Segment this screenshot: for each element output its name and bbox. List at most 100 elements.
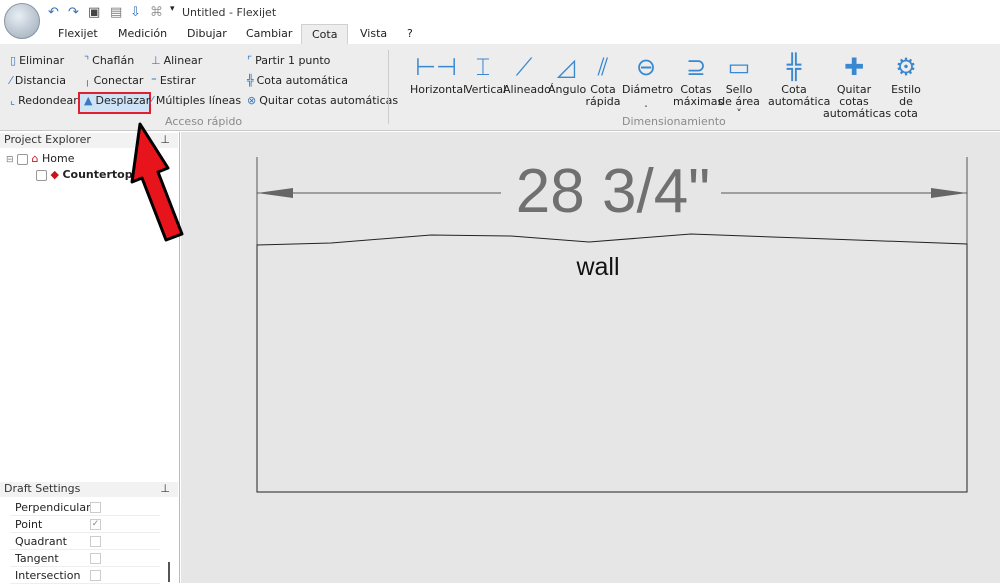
round-icon: ⌞ (10, 94, 16, 107)
tab-vista[interactable]: Vista (360, 27, 387, 40)
tab-flexijet[interactable]: Flexijet (58, 27, 98, 40)
vertical-icon: ⌶ (475, 53, 491, 81)
button-label-2: ˯ (644, 95, 648, 108)
alineado-button[interactable]: ⟋ Alineado (503, 50, 551, 96)
wall-label: wall (575, 253, 619, 281)
estirar-button[interactable]: ⁼ Estirar (151, 74, 196, 87)
cota-automatica-button[interactable]: ╬ Cota automática (768, 50, 830, 108)
red-arrow-annotation (130, 122, 184, 242)
multiline-icon: ⁄ (151, 94, 153, 107)
cotas-maximas-button[interactable]: ⊇ Cotas máximas (673, 50, 724, 108)
app-menu-button[interactable] (4, 3, 40, 39)
tab-help[interactable]: ? (407, 27, 413, 40)
dimension-text: 28 3/4" (516, 157, 710, 226)
draft-setting-row: Quadrant (10, 533, 160, 550)
tab-medicion[interactable]: Medición (118, 27, 167, 40)
tree-label: Home (42, 152, 75, 165)
button-label-2: rápida (585, 95, 621, 108)
sello-area-icon: ▭ (727, 53, 751, 81)
cota-rapida-button[interactable]: ⫽ Cota rápida (585, 50, 621, 108)
dimension-arrow-left (257, 188, 293, 198)
move-icon: ▲ (84, 94, 93, 107)
draft-settings-header: Draft Settings ⊥ (0, 482, 178, 497)
setting-checkbox[interactable] (90, 570, 101, 581)
eliminar-button[interactable]: ▯ Eliminar (10, 54, 64, 67)
button-label-2: máximas (673, 95, 724, 108)
setting-label: Point (15, 518, 43, 531)
setting-label: Perpendicular (15, 501, 91, 514)
tab-cota[interactable]: Cota (301, 24, 349, 45)
partir-punto-button[interactable]: ⌜ Partir 1 punto (247, 54, 330, 67)
desplazar-button[interactable]: ▲ Desplazar (84, 94, 150, 107)
auto-dim-icon: ╬ (247, 74, 254, 87)
setting-checkbox[interactable]: ✓ (90, 519, 101, 530)
stretch-icon: ⁼ (151, 74, 157, 87)
remove-dim-icon: ⊗ (247, 94, 257, 107)
checkbox[interactable] (17, 153, 29, 165)
button-label-2: automáticas (823, 107, 892, 120)
panel-title: Project Explorer (4, 133, 91, 146)
cota-automatica-small-button[interactable]: ╬ Cota automática (247, 74, 348, 87)
horizontal-icon: ⊢⊣ (415, 53, 457, 81)
save-icon[interactable]: ▣ (88, 5, 100, 20)
alineado-icon: ⟋ (515, 53, 533, 81)
draft-setting-row: Intersection (10, 567, 160, 584)
multiples-lineas-button[interactable]: ⁄ Múltiples líneas (151, 94, 241, 107)
scrollbar[interactable] (168, 562, 170, 582)
dimension-arrow-right (931, 188, 967, 198)
estilo-cota-icon: ⚙ (895, 53, 917, 81)
trash-icon: ▯ (10, 54, 17, 67)
setting-checkbox[interactable] (90, 536, 101, 547)
setting-checkbox[interactable] (90, 502, 101, 513)
estilo-cota-button[interactable]: ⚙ Estilo de cota (887, 50, 925, 120)
align-icon: ⊥ (151, 54, 161, 67)
checkbox[interactable] (36, 169, 47, 181)
chaflan-button[interactable]: ⌝ Chaflán (84, 54, 134, 67)
button-label: Horizontal (410, 83, 467, 96)
pin-icon[interactable]: ⊥ (160, 482, 170, 495)
tab-dibujar[interactable]: Dibujar (187, 27, 227, 40)
sello-area-button[interactable]: ▭ Sello de área ˅ (718, 50, 760, 120)
conectar-button[interactable]: ╷ Conectar (84, 74, 143, 87)
collapse-icon[interactable]: ⊟ (6, 155, 14, 165)
group-divider (388, 50, 389, 124)
customize-toolbar-icon[interactable]: ▾ (170, 4, 175, 14)
draft-setting-row: Point ✓ (10, 516, 160, 533)
quitar-cotas-button[interactable]: ✚ Quitar cotas automáticas (823, 50, 892, 120)
quitar-cotas-small-button[interactable]: ⊗ Quitar cotas automáticas (247, 94, 398, 107)
panel-title: Draft Settings (4, 482, 81, 495)
distance-icon: ⁄ (10, 74, 12, 87)
home-icon: ⌂ (31, 152, 39, 165)
tab-cambiar[interactable]: Cambiar (246, 27, 292, 40)
vertical-button[interactable]: ⌶ Vertical (465, 50, 506, 96)
button-label: Quitar cotas (836, 83, 872, 108)
chamfer-icon: ⌝ (84, 54, 90, 67)
horizontal-button[interactable]: ⊢⊣ Horizontal (410, 50, 467, 96)
drawing: 28 3/4" wall (256, 157, 968, 493)
setting-label: Intersection (15, 569, 81, 582)
angulo-icon: ◿ (556, 53, 576, 81)
diametro-icon: ⊖ (635, 53, 657, 81)
report-icon[interactable]: ▤ (110, 5, 122, 20)
setting-checkbox[interactable] (90, 553, 101, 564)
tree-item-home[interactable]: ⊟ ⌂ Home (6, 152, 75, 165)
group-label-dimensionamiento: Dimensionamiento (622, 115, 726, 128)
alinear-button[interactable]: ⊥ Alinear (151, 54, 202, 67)
diametro-button[interactable]: ⊖ Diámetro ˯ (622, 50, 673, 108)
setting-label: Tangent (15, 552, 59, 565)
redondear-button[interactable]: ⌞ Redondear (10, 94, 78, 107)
export-icon[interactable]: ⇩ (130, 5, 141, 20)
button-label: Alineado (503, 83, 551, 96)
redo-icon[interactable]: ↷ (68, 5, 79, 20)
cotas-maximas-icon: ⊇ (685, 53, 707, 81)
split-icon: ⌜ (247, 54, 253, 67)
button-label: Ángulo (548, 83, 587, 96)
undo-icon[interactable]: ↶ (48, 5, 59, 20)
gamepad-icon[interactable]: ⌘ (150, 5, 163, 20)
drawing-canvas[interactable]: 28 3/4" wall (181, 132, 1000, 583)
ribbon-tabs: Flexijet Medición Dibujar Cambiar Cota V… (0, 24, 1000, 45)
distancia-button[interactable]: ⁄ Distancia (10, 74, 66, 87)
setting-label: Quadrant (15, 535, 67, 548)
button-label-2: de cota (894, 95, 918, 120)
angulo-button[interactable]: ◿ Ángulo (548, 50, 587, 96)
